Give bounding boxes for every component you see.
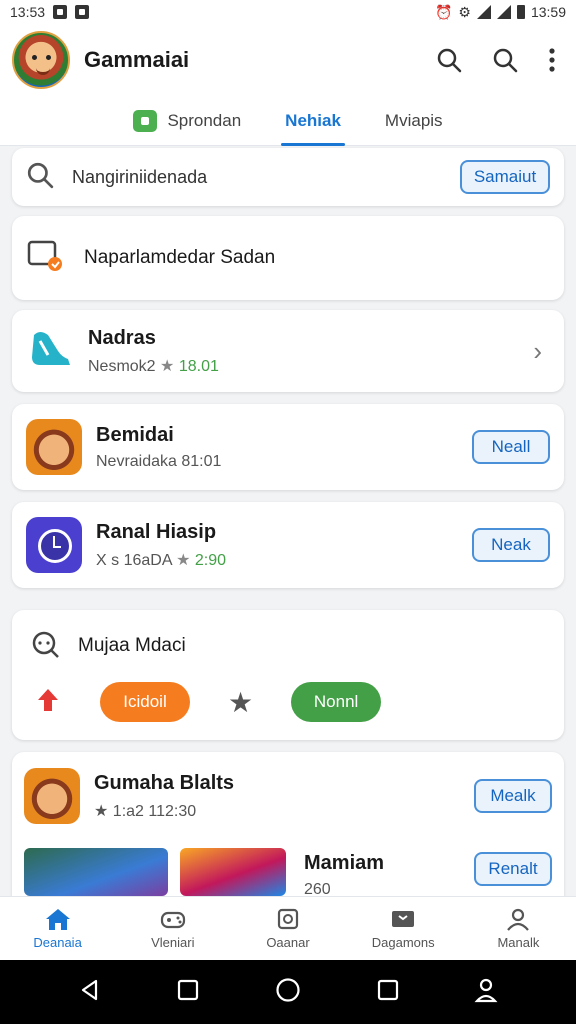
search-button[interactable]: Samaiut [460,160,550,194]
trending-icon[interactable] [34,687,62,718]
shop-icon [133,109,158,132]
apps-icon [277,908,299,930]
game-face-icon [26,419,82,475]
home-circle-icon[interactable] [275,977,301,1008]
promo-name: Mamiam [304,852,385,874]
install-button[interactable]: Renalt [474,852,552,886]
banner-text: Naparlamdedar Sadan [84,247,276,268]
clock-icon [26,517,82,573]
movie-icon [392,911,415,927]
install-button[interactable]: Neak [472,528,550,562]
featured-card: Gumaha Blalts ★ 1:a2 112:30 Mealk Mamiam… [12,752,564,912]
nav-label: Manalk [497,935,540,950]
install-icon [26,238,66,279]
chevron-right-icon[interactable]: › [533,336,542,367]
tab-label: Mviapis [384,110,443,130]
star-icon: ★ [176,551,191,569]
back-icon[interactable] [78,978,102,1007]
nav-profile[interactable]: Manalk [461,897,576,960]
search-icon[interactable] [436,47,462,73]
status-time-left: 13:53 [10,4,46,20]
wifi-icon [496,5,511,19]
app-header: Gammaiai [0,24,576,96]
nav-label: Oaanar [266,935,310,950]
discover-icon [30,629,64,664]
search-icon[interactable] [492,47,518,73]
banner-card[interactable]: Naparlamdedar Sadan [12,216,564,300]
star-icon: ★ [160,357,175,375]
app-name: Bemidai [96,423,174,446]
list-item[interactable]: Nadras Nesmok2 ★ 18.01 › [12,310,564,392]
app-meta: X s 16aDA ★ 2:90 [96,551,226,569]
app-meta: Nesmok2 ★ 18.01 [88,357,219,375]
overview-icon[interactable] [377,979,399,1006]
gamepad-icon [160,911,185,929]
battery-icon [516,5,525,19]
tab-nehiak[interactable]: Nehiak [281,96,345,146]
tab-bar: Sprondan Nehiak Mviapis [0,96,576,146]
app-name: Nadras [88,326,156,349]
filter-card: Mujaa Mdaci Icidoil ★ Nonnl [12,610,564,740]
recents-icon[interactable] [177,979,199,1006]
signal-icon [476,5,491,19]
install-button[interactable]: Mealk [474,779,552,813]
filter-label: Mujaa Mdaci [78,635,186,656]
person-icon [507,908,530,931]
install-button[interactable]: Neall [472,430,550,464]
search-card: Nangiriniidenada Samaiut [12,148,564,206]
nav-apps[interactable]: Oaanar [230,897,345,960]
screenshot-thumbnail[interactable] [24,848,168,896]
app-name: Ranal Hiasip [96,520,217,543]
chip-button[interactable]: Icidoil [100,682,190,722]
tab-mviapis[interactable]: Mviapis [385,96,443,146]
avatar[interactable] [12,31,70,89]
list-item[interactable]: Bemidai Nevraidaka 81:01 Neall [12,404,564,490]
nav-label: Deanaia [33,935,82,950]
nav-home[interactable]: Deanaia [0,897,115,960]
more-vert-icon[interactable] [548,47,556,73]
tab-label: Sprondan [167,110,242,130]
search-icon [26,161,54,194]
app-title: Gammaiai [84,47,190,72]
star-icon[interactable]: ★ [228,686,253,719]
game-face-icon [24,768,80,824]
app-meta: Nevraidaka 81:01 [96,452,222,470]
chip-button[interactable]: Nonnl [291,682,382,722]
app-name: Gumaha Blalts [94,771,235,794]
nav-movies[interactable]: Dagamons [346,897,461,960]
tab-label: Nehiak [285,110,341,130]
alarm-icon: ⏰ [434,3,453,20]
app-meta: ★ 1:a2 112:30 [94,802,197,820]
screenshot-thumbnail[interactable] [180,848,286,896]
bottom-navigation: Deanaia Vleniari Oaanar Dagamons Manalk [0,896,576,960]
car-seat-icon [26,327,74,376]
list-item[interactable]: Ranal Hiasip X s 16aDA ★ 2:90 Neak [12,502,564,588]
home-icon [45,909,70,930]
notification-icon [75,5,90,19]
nav-label: Dagamons [371,935,435,950]
tab-sprondan[interactable]: Sprondan [133,96,241,146]
sync-icon: ⚙ [458,3,471,20]
search-input[interactable]: Nangiriniidenada [72,167,207,188]
system-navigation-bar [0,960,576,1024]
nav-label: Vleniari [151,935,195,950]
notification-icon [53,5,68,19]
nav-games[interactable]: Vleniari [115,897,230,960]
account-icon[interactable] [474,977,498,1008]
status-time-right: 13:59 [530,4,566,20]
status-bar: 13:53 ⏰ ⚙ 13:59 [0,0,576,24]
